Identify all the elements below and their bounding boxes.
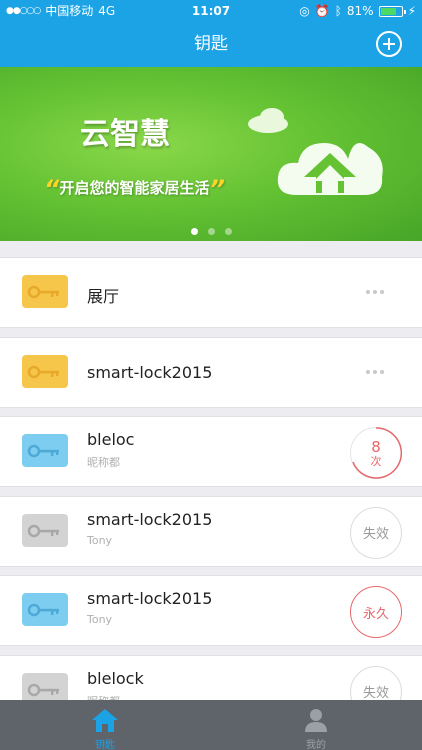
key-row[interactable]: bleloc 昵称都 8 次 (0, 416, 422, 487)
battery-percent: 81% (346, 4, 374, 18)
person-icon (305, 709, 327, 732)
rotation-lock-icon: ◎ (299, 4, 310, 18)
key-name: blelock (87, 668, 144, 688)
more-options-icon[interactable] (366, 369, 384, 374)
tab-keys-label: 钥匙 (95, 740, 115, 750)
home-icon (92, 709, 118, 732)
pager-dot[interactable] (224, 228, 232, 235)
pager-dot[interactable] (207, 228, 215, 235)
key-subtitle: Tony (87, 613, 113, 626)
key-name: smart-lock2015 (87, 589, 213, 608)
more-options-icon[interactable] (366, 290, 384, 294)
key-row[interactable]: 展厅 (0, 257, 422, 328)
status-bar: ●●○○○ 中国移动 4G 11:07 ◎ ⏰ ᛒ 81% ⚡ (0, 0, 422, 22)
battery-icon (378, 5, 406, 17)
key-name: smart-lock2015 (87, 362, 213, 382)
key-card-icon (22, 275, 68, 308)
key-card-icon (22, 513, 68, 547)
key-row[interactable]: smart-lock2015 (0, 336, 422, 408)
permanent-badge: 永久 (350, 586, 402, 638)
key-card-icon (22, 672, 68, 700)
tab-mine-label: 我的 (306, 740, 326, 750)
expired-badge: 失效 (350, 665, 402, 700)
page-title: 钥匙 (194, 34, 228, 54)
close-quote: ” (209, 175, 225, 203)
tab-mine[interactable]: 我的 (261, 700, 371, 750)
banner-slogan-text: 开启您的智能家居生活 (59, 179, 210, 197)
key-list[interactable]: 展厅 smart-lock2015 bleloc 昵称都 8 次 smart-lock201… (0, 241, 422, 700)
usage-count-badge: 8次 (350, 426, 402, 479)
key-subtitle: 昵称都 (87, 456, 120, 469)
key-card-icon (22, 354, 68, 388)
banner-carousel[interactable]: 云智慧 “开启您的智能家居生活” (0, 67, 422, 241)
top-bar: ●●○○○ 中国移动 4G 11:07 ◎ ⏰ ᛒ 81% ⚡ 钥匙 (0, 0, 422, 67)
key-row[interactable]: smart-lock2015 Tony 失效 (0, 495, 422, 567)
open-quote: “ (44, 175, 60, 203)
tab-bar: 钥匙 我的 (0, 700, 422, 750)
key-card-icon (22, 593, 68, 626)
pager-dot[interactable] (190, 228, 198, 235)
add-key-button[interactable] (376, 31, 402, 57)
key-card-icon (22, 434, 68, 467)
charging-icon: ⚡ (407, 4, 416, 18)
banner-title: 云智慧 (80, 117, 170, 152)
key-subtitle: 昵称都 (87, 693, 120, 701)
bluetooth-icon: ᛒ (334, 4, 342, 18)
battery-fill (380, 7, 396, 15)
key-name: bleloc (87, 430, 135, 449)
key-row[interactable]: smart-lock2015 Tony 永久 (0, 575, 422, 646)
expired-badge: 失效 (350, 506, 402, 559)
key-subtitle: Tony (87, 533, 113, 547)
banner-slogan: “开启您的智能家居生活” (44, 175, 225, 203)
cloud-upload-icon (248, 108, 383, 195)
key-name: 展厅 (87, 287, 120, 306)
tab-keys[interactable]: 钥匙 (50, 700, 160, 750)
key-row[interactable]: blelock 昵称都 失效 (0, 654, 422, 701)
key-name: smart-lock2015 (87, 509, 213, 529)
alarm-icon: ⏰ (314, 4, 330, 18)
status-right: ◎ ⏰ ᛒ 81% ⚡ (299, 0, 416, 22)
banner-pager[interactable] (0, 220, 422, 239)
